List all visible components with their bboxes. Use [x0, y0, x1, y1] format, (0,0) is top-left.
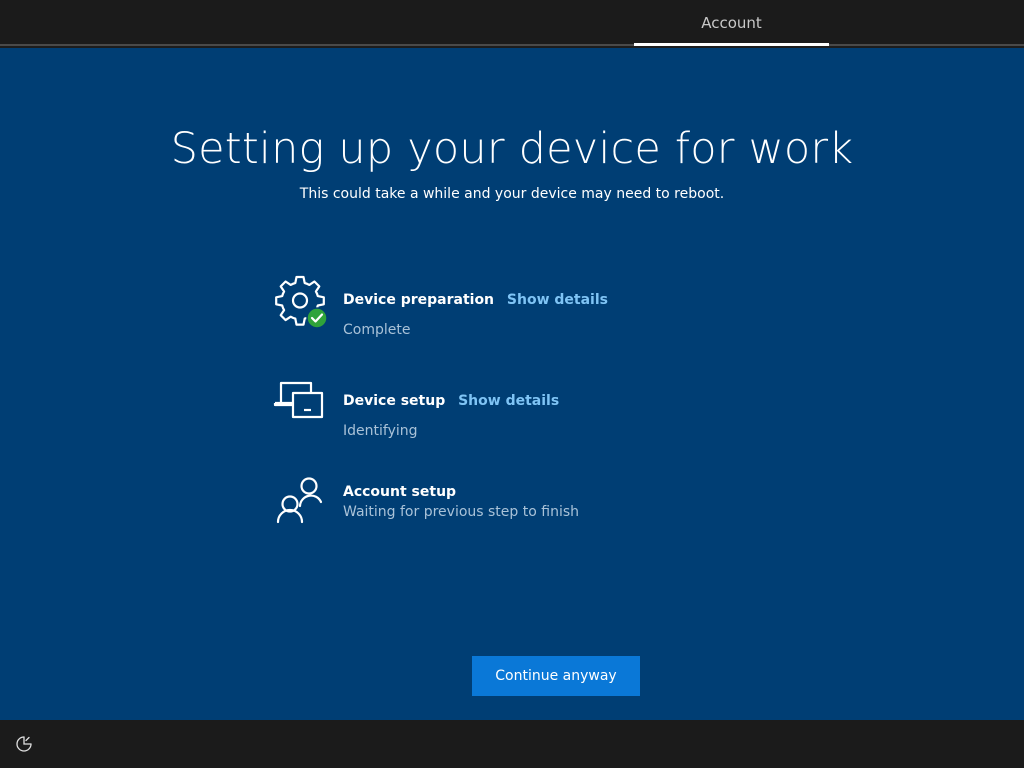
show-details-link[interactable]: Show details: [458, 393, 559, 409]
step-device-setup: Device setup Show details Identifying: [272, 378, 772, 439]
step-title-label: Account setup: [343, 484, 457, 500]
people-icon: [272, 474, 328, 530]
step-title: Device preparation Show details: [343, 292, 608, 308]
step-account-setup: Account setup Waiting for previous step …: [272, 474, 772, 534]
gear-check-icon: [272, 274, 328, 330]
show-details-link[interactable]: Show details: [507, 292, 608, 308]
main-panel: Setting up your device for work This cou…: [0, 48, 1024, 720]
bottom-bar: [0, 720, 1024, 768]
step-title: Account setup: [343, 484, 456, 500]
ease-of-access-icon[interactable]: [14, 734, 34, 754]
devices-icon: [272, 378, 328, 434]
continue-anyway-button[interactable]: Continue anyway: [472, 656, 640, 696]
tab-account[interactable]: Account: [634, 0, 829, 46]
page-subtitle: This could take a while and your device …: [299, 186, 725, 202]
step-status: Complete: [343, 322, 411, 338]
step-status: Identifying: [343, 423, 418, 439]
page-title: Setting up your device for work: [170, 124, 854, 174]
step-title-label: Device setup: [343, 393, 446, 409]
step-title: Device setup Show details: [343, 393, 559, 409]
step-title-label: Device preparation: [343, 292, 495, 308]
top-bar: Account: [0, 0, 1024, 46]
step-device-preparation: Device preparation Show details Complete: [272, 274, 772, 338]
step-status: Waiting for previous step to finish: [343, 504, 579, 520]
